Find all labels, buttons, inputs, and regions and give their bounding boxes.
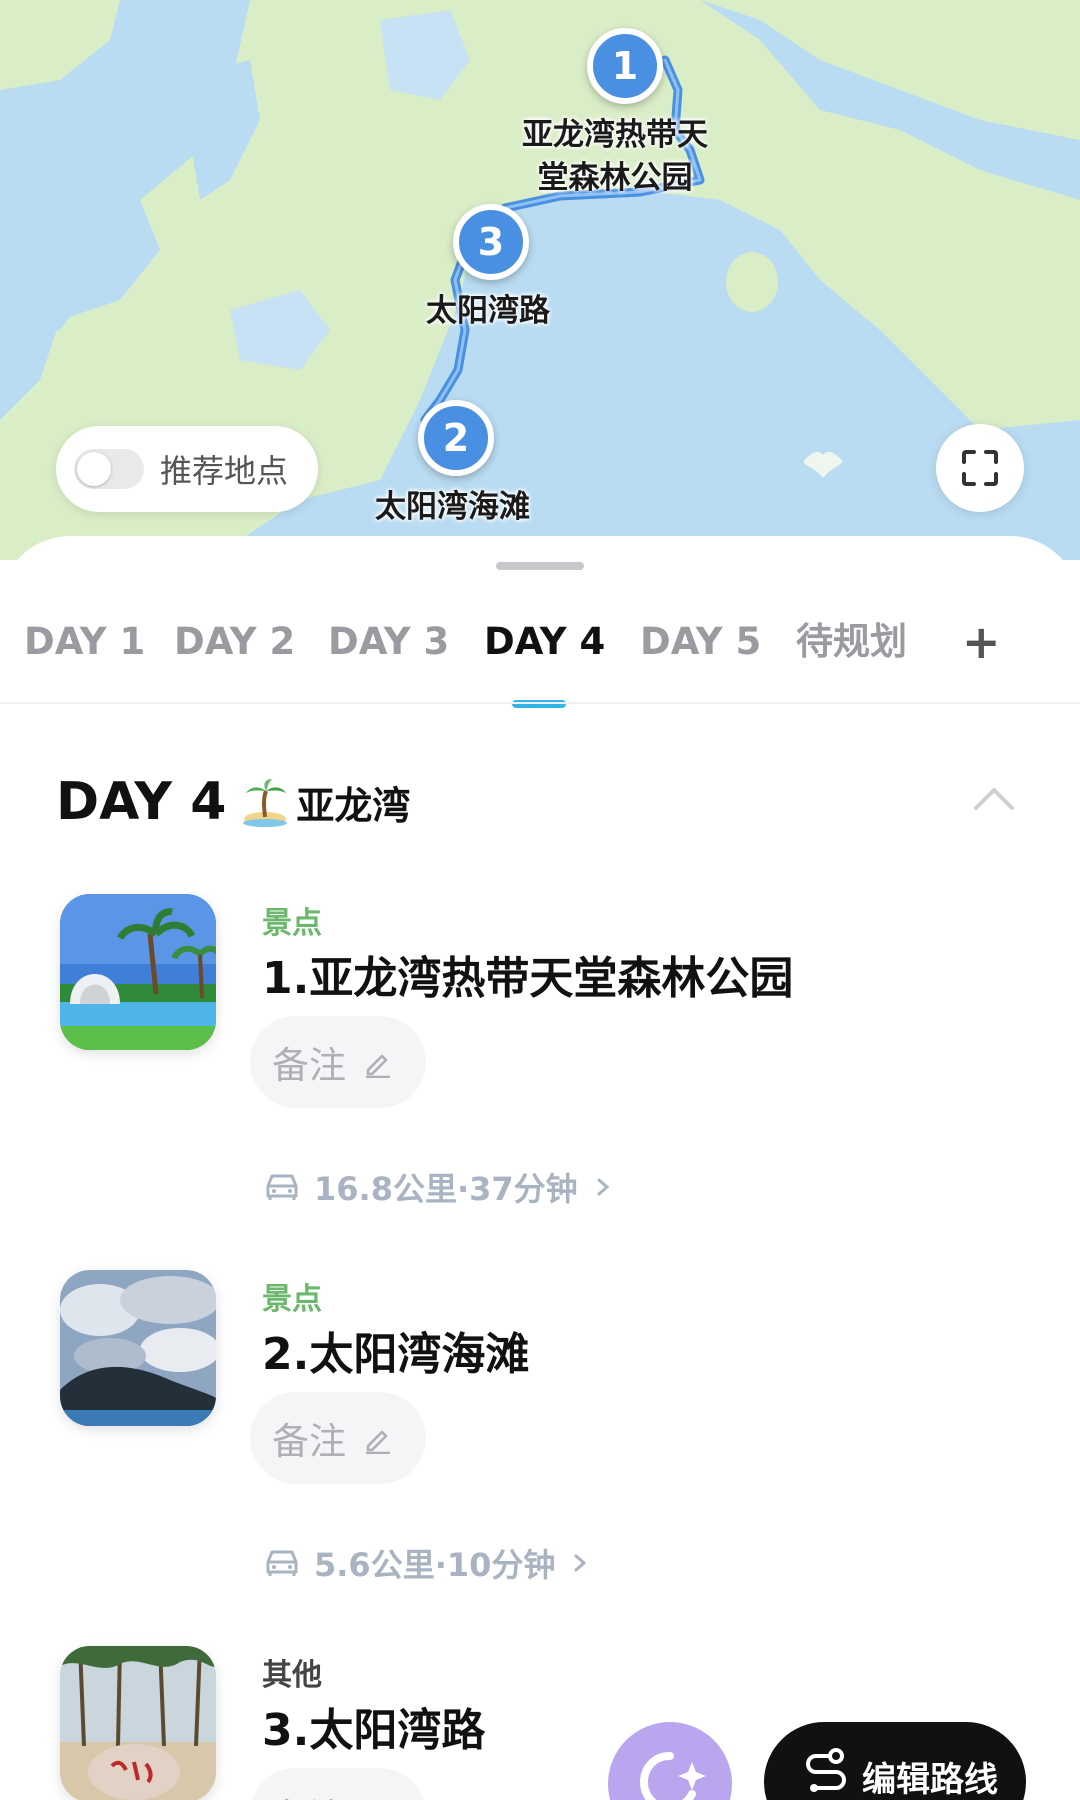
transit-text: 5.6公里·10分钟 [314,1546,556,1584]
route-icon [806,1748,846,1792]
note-button[interactable]: 备注 [250,1768,426,1800]
place-category: 其他 [262,1658,322,1693]
tab-day-5[interactable]: DAY 5 [640,612,761,672]
recommend-places-toggle[interactable]: 推荐地点 [56,426,318,512]
map-marker-1-label-line2: 堂森林公园 [537,160,693,196]
switch-knob [77,452,111,486]
place-thumbnail[interactable] [60,894,216,1050]
map-marker-1-label: 亚龙湾热带天 堂森林公园 [522,114,708,200]
tab-day-4[interactable]: DAY 4 [484,612,605,672]
map-marker-1-label-line1: 亚龙湾热带天 [522,117,708,153]
place-thumbnail[interactable] [60,1646,216,1800]
note-label: 备注 [272,1420,346,1463]
sheet-drag-handle[interactable] [496,562,584,570]
car-icon [266,1174,298,1200]
place-category: 景点 [262,906,322,941]
recommend-switch[interactable] [74,449,144,489]
fullscreen-icon [962,450,998,486]
map-marker-2[interactable]: 2 [418,400,494,476]
chevron-right-icon [597,1178,609,1196]
tab-unplanned[interactable]: 待规划 [796,612,907,672]
place-thumbnail[interactable] [60,1270,216,1426]
car-icon [266,1550,298,1576]
transit-info[interactable]: 5.6公里·10分钟 [264,1540,605,1586]
pencil-icon [366,1054,390,1078]
ai-assistant-button[interactable] [608,1722,732,1800]
map-marker-1[interactable]: 1 [587,28,663,104]
day-header: DAY 4 亚龙湾 [56,772,410,832]
place-name[interactable]: 3.太阳湾路 [262,1694,485,1758]
map-marker-3-label: 太阳湾路 [426,293,550,329]
tab-day-2[interactable]: DAY 2 [174,612,295,672]
map-marker-3[interactable]: 3 [453,204,529,280]
fullscreen-button[interactable] [936,424,1024,512]
edit-route-button[interactable]: 编辑路线 [764,1722,1026,1800]
note-button[interactable]: 备注 [250,1016,426,1108]
chevron-up-icon[interactable] [970,776,1018,824]
tabs-divider [0,702,1080,704]
place-name[interactable]: 2.太阳湾海滩 [262,1318,529,1382]
note-label: 备注 [272,1787,346,1800]
pencil-icon [366,1430,390,1454]
trip-map[interactable]: 1 亚龙湾热带天 堂森林公园 3 太阳湾路 2 太阳湾海滩 推荐地点 [0,0,1080,560]
edit-route-label: 编辑路线 [862,1760,998,1800]
transit-info[interactable]: 16.8公里·37分钟 [264,1164,628,1210]
tab-day-1[interactable]: DAY 1 [24,612,145,672]
note-button[interactable]: 备注 [250,1392,426,1484]
tab-day-3[interactable]: DAY 3 [328,612,449,672]
place-name[interactable]: 1.亚龙湾热带天堂森林公园 [262,942,793,1006]
day-destination: 亚龙湾 [296,783,411,828]
itinerary-sheet: DAY 1 DAY 2 DAY 3 DAY 4 DAY 5 待规划 + DAY … [0,536,1080,1800]
place-category: 景点 [262,1282,322,1317]
day-title: DAY 4 [56,772,227,832]
ai-sparkle-icon [639,1752,706,1800]
day-tabs: DAY 1 DAY 2 DAY 3 DAY 4 DAY 5 待规划 + [0,612,1080,708]
recommend-toggle-label: 推荐地点 [160,452,289,490]
add-day-button[interactable]: + [962,612,1001,672]
transit-text: 16.8公里·37分钟 [314,1170,578,1208]
note-label: 备注 [272,1044,346,1087]
map-marker-2-label: 太阳湾海滩 [375,489,530,525]
island-icon [243,779,288,827]
chevron-right-icon [574,1554,587,1572]
